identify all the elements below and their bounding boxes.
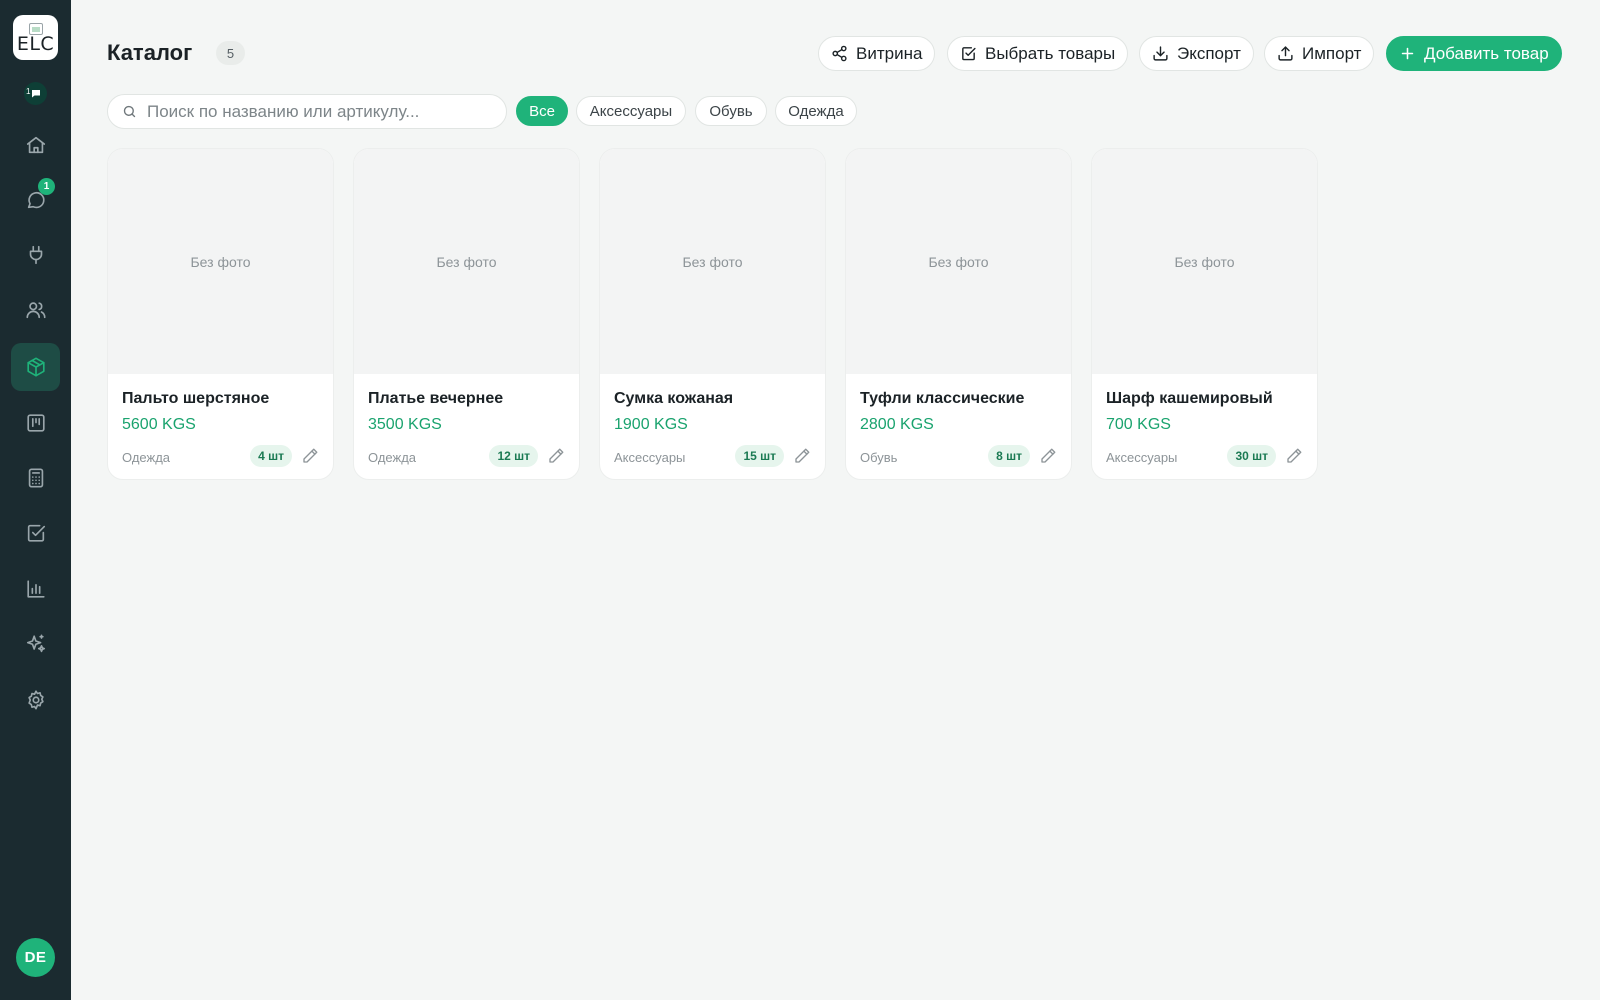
pencil-icon[interactable] — [1285, 447, 1303, 465]
sidebar-item-settings[interactable] — [11, 676, 60, 724]
export-button[interactable]: Экспорт — [1139, 36, 1254, 71]
sidebar-item-tasks[interactable] — [11, 509, 60, 557]
sidebar-item-integrations[interactable] — [11, 231, 60, 279]
product-stock-badge: 12 шт — [489, 445, 538, 467]
plus-icon — [1401, 47, 1414, 60]
download-icon — [1153, 46, 1168, 61]
select-products-button-label: Выбрать товары — [985, 43, 1116, 63]
add-product-button[interactable]: Добавить товар — [1386, 36, 1562, 71]
bar-chart-icon — [26, 580, 45, 598]
checkbox-icon — [962, 47, 976, 61]
filter-chip-clothing[interactable]: Одежда — [775, 96, 857, 126]
upload-icon — [1278, 46, 1293, 61]
sidebar-item-calculator[interactable] — [11, 454, 60, 502]
product-name: Туфли классические — [860, 390, 1025, 407]
product-stock-badge: 15 шт — [735, 445, 784, 467]
search-input[interactable] — [147, 101, 487, 122]
product-photo-placeholder: Без фото — [846, 149, 1071, 374]
product-card[interactable]: Без фото Платье вечернее 3500 KGS Одежда… — [353, 148, 580, 480]
chat-widget-count: 1 — [26, 87, 31, 96]
product-card[interactable]: Без фото Пальто шерстяное 5600 KGS Одежд… — [107, 148, 334, 480]
kanban-icon — [26, 414, 45, 432]
gear-icon — [27, 690, 44, 710]
chats-unread-badge: 1 — [38, 178, 55, 195]
calculator-icon — [28, 468, 43, 488]
app-logo[interactable]: ELC — [13, 15, 58, 60]
product-price: 3500 KGS — [368, 416, 442, 433]
box-icon — [26, 357, 45, 377]
product-card[interactable]: Без фото Туфли классические 2800 KGS Обу… — [845, 148, 1072, 480]
pencil-icon[interactable] — [301, 447, 319, 465]
import-button[interactable]: Импорт — [1264, 36, 1375, 71]
broken-image-icon — [28, 22, 43, 35]
product-category: Обувь — [860, 450, 898, 465]
sidebar: ELC 1 1 DE — [0, 0, 71, 1000]
storefront-button[interactable]: Витрина — [818, 36, 936, 71]
filter-chip-accessories[interactable]: Аксессуары — [576, 96, 686, 126]
product-price: 2800 KGS — [860, 416, 934, 433]
page-title: Каталог — [107, 40, 193, 65]
select-products-button[interactable]: Выбрать товары — [947, 36, 1129, 71]
product-category: Аксессуары — [614, 450, 686, 465]
product-name: Шарф кашемировый — [1106, 390, 1273, 407]
add-product-button-label: Добавить товар — [1424, 43, 1549, 63]
sidebar-item-customers[interactable] — [11, 286, 60, 334]
home-icon — [26, 136, 45, 154]
pencil-icon[interactable] — [547, 447, 565, 465]
product-photo-placeholder: Без фото — [108, 149, 333, 374]
filter-chip-shoes[interactable]: Обувь — [695, 96, 767, 126]
product-price: 700 KGS — [1106, 416, 1171, 433]
product-price: 1900 KGS — [614, 416, 688, 433]
sidebar-item-kanban[interactable] — [11, 399, 60, 447]
pencil-icon[interactable] — [793, 447, 811, 465]
search-icon — [123, 105, 136, 118]
sidebar-item-home[interactable] — [11, 121, 60, 169]
product-price: 5600 KGS — [122, 416, 196, 433]
speech-bubble-icon — [31, 89, 40, 97]
product-photo-placeholder: Без фото — [600, 149, 825, 374]
import-button-label: Импорт — [1302, 43, 1362, 63]
search-box — [107, 94, 507, 129]
sidebar-item-analytics[interactable] — [11, 565, 60, 613]
chat-widget-button[interactable]: 1 — [24, 82, 47, 105]
product-stock-badge: 8 шт — [988, 445, 1030, 467]
pencil-icon[interactable] — [1039, 447, 1057, 465]
user-avatar[interactable]: DE — [16, 938, 55, 977]
product-category: Одежда — [368, 450, 417, 465]
checkbox-icon — [27, 524, 45, 542]
product-name: Платье вечернее — [368, 390, 504, 407]
product-name: Сумка кожаная — [614, 390, 734, 407]
sparkles-icon — [26, 634, 45, 653]
product-stock-badge: 4 шт — [250, 445, 292, 467]
product-category: Аксессуары — [1106, 450, 1178, 465]
plug-icon — [29, 245, 42, 265]
product-card[interactable]: Без фото Сумка кожаная 1900 KGS Аксессуа… — [599, 148, 826, 480]
share-icon — [832, 45, 847, 62]
product-photo-placeholder: Без фото — [354, 149, 579, 374]
sidebar-item-ai[interactable] — [11, 620, 60, 668]
product-count-badge: 5 — [216, 41, 245, 65]
product-photo-placeholder: Без фото — [1092, 149, 1317, 374]
logo-alt-text: ELC — [16, 35, 55, 53]
product-category: Одежда — [122, 450, 171, 465]
export-button-label: Экспорт — [1177, 43, 1241, 63]
product-card[interactable]: Без фото Шарф кашемировый 700 KGS Аксесс… — [1091, 148, 1318, 480]
product-name: Пальто шерстяное — [122, 390, 270, 407]
storefront-button-label: Витрина — [856, 43, 923, 63]
product-stock-badge: 30 шт — [1227, 445, 1276, 467]
sidebar-item-chats[interactable]: 1 — [11, 176, 60, 224]
users-icon — [25, 302, 46, 319]
sidebar-item-catalog[interactable] — [11, 343, 60, 391]
filter-chip-all[interactable]: Все — [516, 96, 568, 126]
